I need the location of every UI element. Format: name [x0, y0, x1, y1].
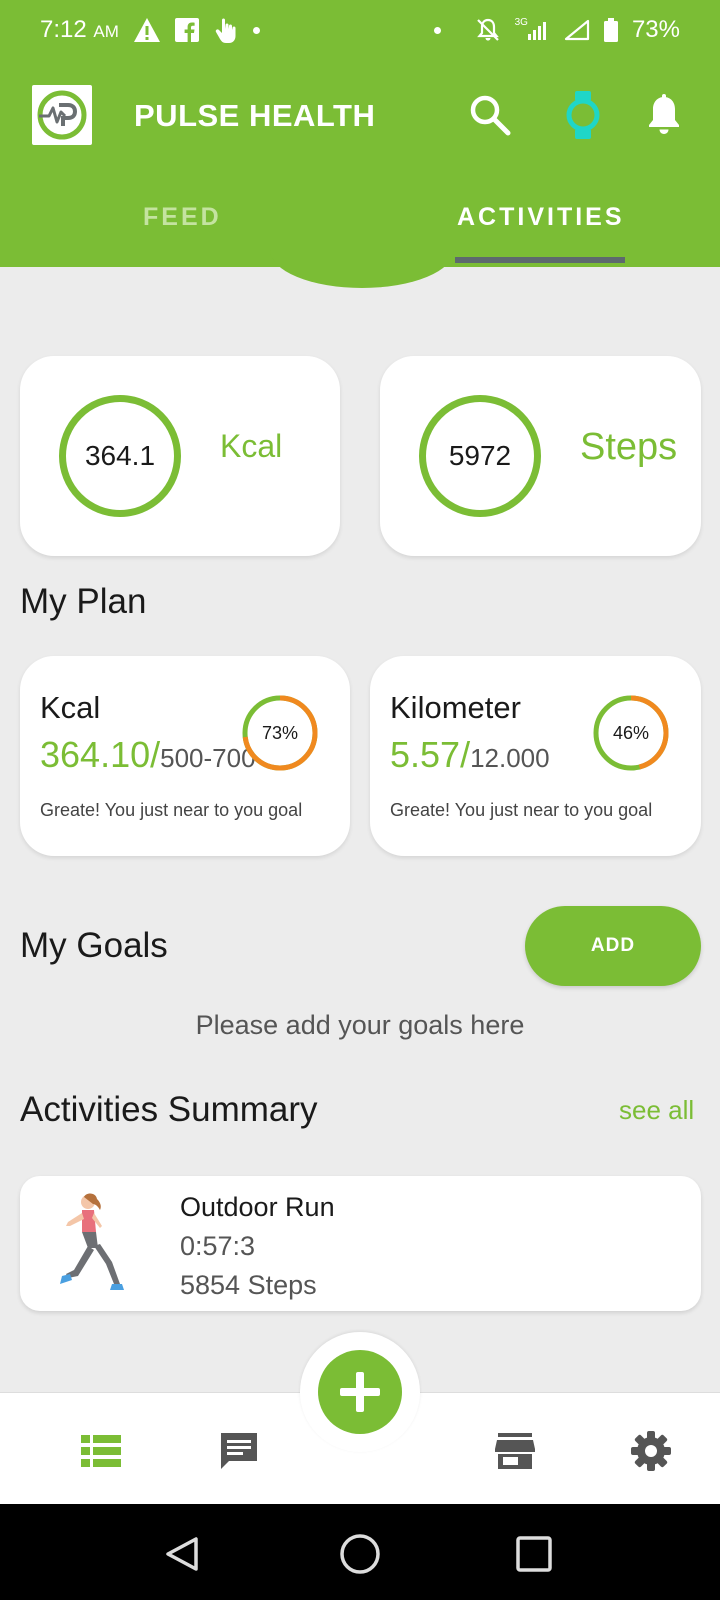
facebook-icon	[174, 18, 199, 42]
steps-ring: 5972	[419, 395, 541, 517]
activity-duration: 0:57:3	[180, 1231, 256, 1261]
signal-icon	[564, 19, 590, 41]
see-all-link[interactable]: see all	[619, 1095, 694, 1126]
plan-kcal-title: Kcal	[40, 690, 101, 725]
plan-km-percent: 46%	[612, 722, 650, 743]
touch-icon	[213, 16, 239, 44]
plan-kcal-value: 364.10/500-700	[40, 734, 256, 776]
plan-card-kcal[interactable]: Kcal 364.10/500-700 73% Greate! You just…	[20, 656, 350, 856]
recents-icon[interactable]	[512, 1532, 556, 1576]
activities-summary-title: Activities Summary	[20, 1090, 318, 1129]
plan-km-value: 5.57/12.000	[390, 734, 550, 776]
smartwatch-icon[interactable]	[558, 90, 608, 140]
my-plan-title: My Plan	[20, 582, 147, 621]
settings-icon[interactable]	[628, 1428, 674, 1474]
steps-unit: Steps	[580, 426, 678, 468]
plus-icon	[340, 1372, 380, 1412]
kcal-ring: 364.1	[59, 395, 181, 517]
app-bar: PULSE HEALTH	[0, 80, 720, 150]
activity-item[interactable]: Outdoor Run 0:57:3 5854 Steps	[20, 1176, 701, 1311]
active-tab-indicator	[455, 257, 625, 263]
kcal-unit: Kcal	[220, 428, 283, 464]
steps-stat-card[interactable]: 5972 Steps	[380, 356, 701, 556]
bell-icon[interactable]	[639, 90, 689, 140]
goals-empty-message: Please add your goals here	[195, 1010, 525, 1040]
kcal-value: 364.1	[84, 440, 156, 471]
plan-km-goal: 12.000	[470, 743, 550, 773]
app-title: PULSE HEALTH	[134, 98, 376, 133]
warning-icon	[133, 17, 161, 43]
plan-kcal-current: 364.10/	[40, 734, 161, 775]
mute-icon	[475, 17, 501, 43]
plan-kcal-progress-ring: 73%	[240, 693, 320, 773]
home-icon[interactable]	[338, 1532, 382, 1576]
add-goal-button[interactable]: ADD	[525, 906, 701, 986]
plan-card-kilometer[interactable]: Kilometer 5.57/12.000 46% Greate! You ju…	[370, 656, 701, 856]
my-goals-title: My Goals	[20, 926, 168, 965]
search-icon[interactable]	[465, 90, 515, 140]
activity-name: Outdoor Run	[180, 1192, 335, 1222]
kcal-stat-card[interactable]: 364.1 Kcal	[20, 356, 340, 556]
store-icon[interactable]	[492, 1428, 538, 1474]
status-time: 7:12 AM	[40, 16, 119, 43]
plan-kcal-percent: 73%	[261, 722, 299, 743]
plan-km-current: 5.57/	[390, 734, 471, 775]
status-bar: 7:12 AM 3G 73%	[0, 0, 720, 62]
plan-km-progress-ring: 46%	[591, 693, 671, 773]
header-curve	[270, 250, 454, 288]
plan-kcal-message: Greate! You just near to you goal	[40, 800, 303, 820]
system-navigation-bar	[0, 1504, 720, 1600]
tab-feed[interactable]: FEED	[143, 203, 222, 232]
notification-dot-right	[433, 26, 441, 34]
signal-3g-icon: 3G	[514, 16, 550, 40]
list-icon[interactable]	[78, 1428, 124, 1474]
steps-value: 5972	[448, 440, 512, 471]
network-label: 3G	[514, 16, 528, 28]
battery-icon	[603, 18, 618, 42]
add-activity-button[interactable]	[318, 1350, 402, 1434]
activity-steps: 5854 Steps	[180, 1270, 317, 1300]
chat-icon[interactable]	[216, 1428, 262, 1474]
app-header: 7:12 AM 3G 73% PULSE HEALTH FEED ACTIVIT…	[0, 0, 720, 267]
runner-icon	[54, 1192, 126, 1296]
back-icon[interactable]	[160, 1532, 204, 1576]
plan-km-message: Greate! You just near to you goal	[390, 800, 653, 820]
app-logo-icon	[32, 85, 92, 145]
notification-dot	[252, 26, 260, 34]
plan-km-title: Kilometer	[390, 690, 521, 725]
tab-activities[interactable]: ACTIVITIES	[457, 203, 625, 232]
battery-percent: 73%	[631, 16, 680, 43]
